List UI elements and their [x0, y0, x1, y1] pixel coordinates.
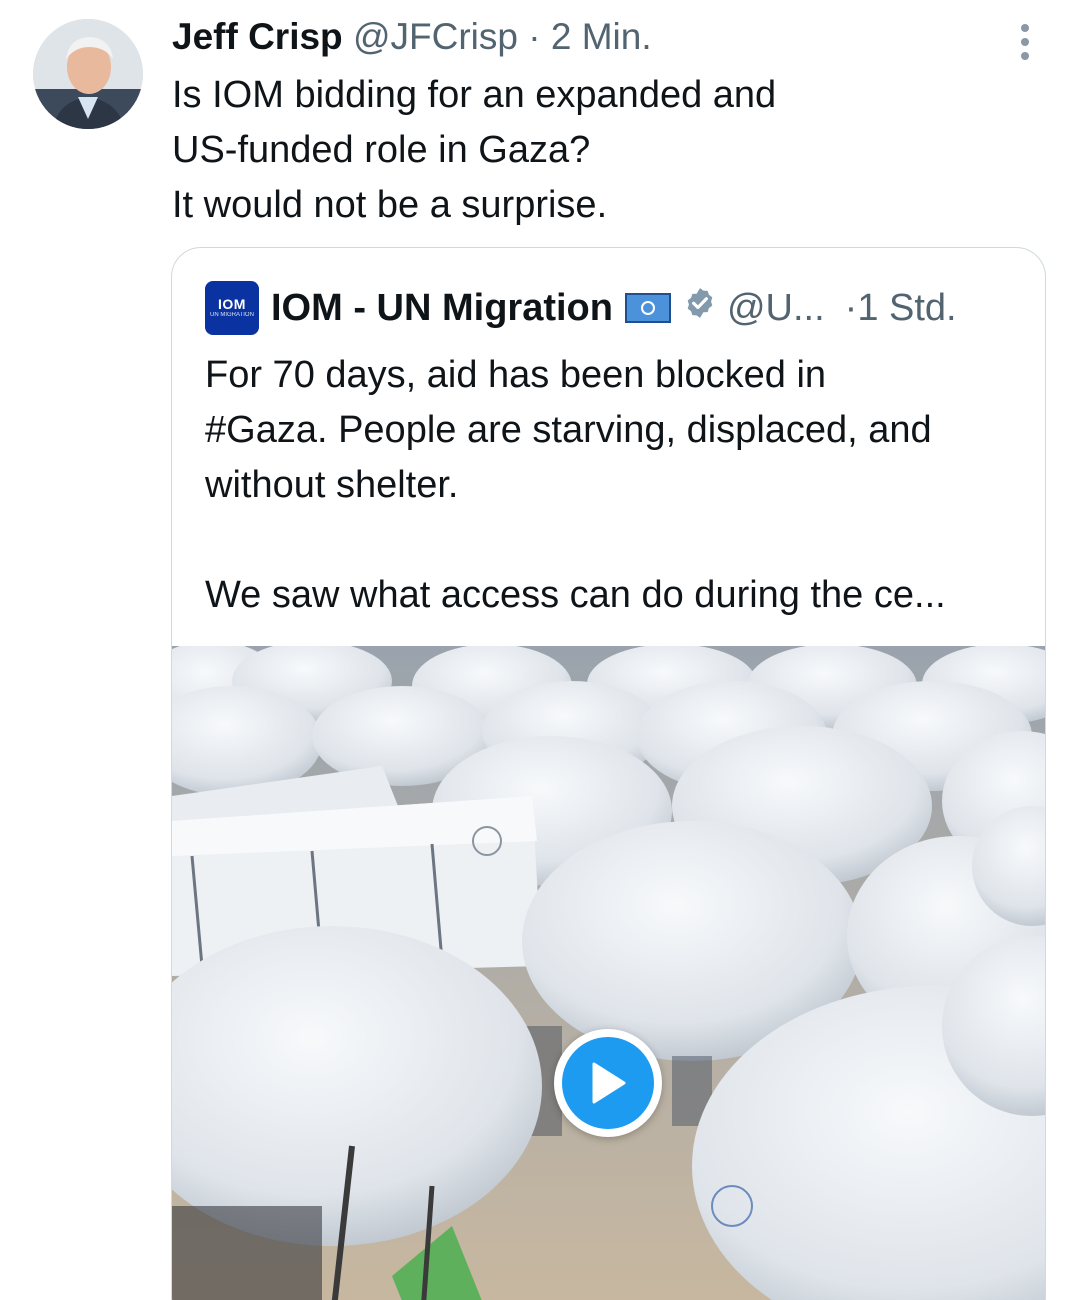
- more-vertical-icon[interactable]: [1010, 20, 1040, 64]
- un-flag-icon: [624, 293, 671, 323]
- quoted-tweet-time[interactable]: ·1 Std.: [845, 287, 957, 330]
- quoted-text-line: We saw what access can do during the ce.…: [205, 574, 946, 616]
- tweet-header: Jeff Crisp @JFCrisp · 2 Min.: [172, 14, 652, 60]
- quoted-author-handle[interactable]: @U...: [727, 287, 825, 330]
- separator-dot: ·: [528, 16, 541, 57]
- quoted-text-line: [205, 513, 1025, 568]
- tweet-text-line: It would not be a surprise.: [172, 184, 608, 226]
- quoted-author-name[interactable]: IOM - UN Migration: [271, 287, 613, 330]
- author-handle[interactable]: @JFCrisp: [353, 16, 518, 57]
- tweet[interactable]: Jeff Crisp @JFCrisp · 2 Min. Is IOM bidd…: [0, 0, 1080, 1300]
- verified-badge-icon: [683, 286, 717, 330]
- iom-logo-avatar[interactable]: IOM UN MIGRATION: [205, 281, 259, 335]
- quoted-tweet-text: For 70 days, aid has been blocked in #Ga…: [205, 348, 1025, 623]
- quoted-text-line: without shelter.: [205, 464, 459, 506]
- quoted-tweet[interactable]: IOM UN MIGRATION IOM - UN Migration @U..…: [171, 247, 1046, 1300]
- video-thumbnail[interactable]: [172, 646, 1045, 1300]
- tweet-text-line: US-funded role in Gaza?: [172, 129, 591, 171]
- iom-logo-text: IOM: [218, 296, 246, 312]
- quoted-text-line: #Gaza. People are starving, displaced, a…: [205, 409, 932, 451]
- quoted-text-line: For 70 days, aid has been blocked in: [205, 354, 827, 396]
- iom-logo-subtext: UN MIGRATION: [210, 312, 254, 318]
- tweet-text-line: Is IOM bidding for an expanded and: [172, 74, 777, 116]
- tweet-text: Is IOM bidding for an expanded and US-fu…: [172, 68, 1002, 233]
- author-avatar[interactable]: [33, 19, 143, 129]
- author-name[interactable]: Jeff Crisp: [172, 16, 343, 57]
- tweet-time[interactable]: 2 Min.: [551, 16, 652, 57]
- quoted-tweet-header: IOM UN MIGRATION IOM - UN Migration @U..…: [205, 281, 957, 335]
- play-icon[interactable]: [554, 1029, 662, 1137]
